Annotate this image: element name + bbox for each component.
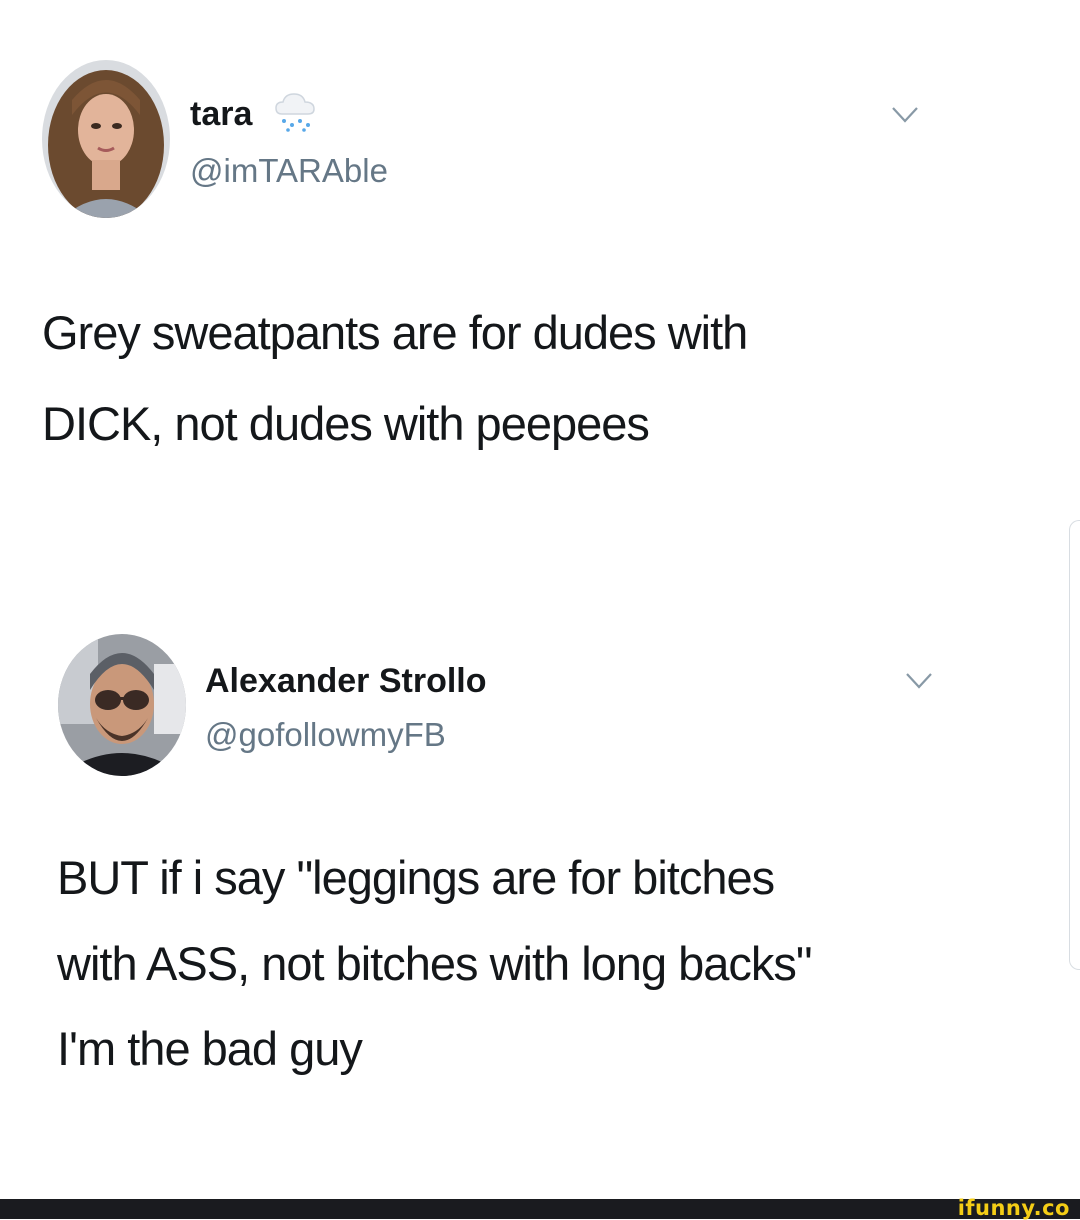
user-handle[interactable]: @gofollowmyFB — [205, 716, 446, 754]
chevron-down-icon[interactable] — [890, 104, 920, 126]
rain-cloud-icon — [272, 88, 318, 134]
chevron-down-icon[interactable] — [904, 670, 934, 692]
tweet-text-line: with ASS, not bitches with long backs" — [57, 937, 813, 990]
tweet-text-line: BUT if i say "leggings are for bitches — [57, 851, 775, 904]
user-handle[interactable]: @imTARAble — [190, 152, 388, 190]
avatar[interactable] — [42, 60, 170, 218]
ifunny-watermark: ifunny.co — [957, 1196, 1070, 1220]
tweet-1: tara @imTARAble Grey sweatpants are for … — [0, 0, 1080, 500]
tweet-text-line: I'm the bad guy — [57, 1022, 363, 1075]
tweet-text-line: DICK, not dudes with peepees — [42, 397, 650, 450]
avatar[interactable] — [58, 634, 186, 776]
watermark-bar: ifunny.co — [0, 1196, 1080, 1220]
scroll-edge-handle[interactable] — [1069, 520, 1080, 970]
tweet-text-line: Grey sweatpants are for dudes with — [42, 306, 748, 359]
tweet-2: Alexander Strollo @gofollowmyFB BUT if i… — [0, 600, 1080, 1100]
display-name[interactable]: tara — [190, 95, 252, 134]
display-name[interactable]: Alexander Strollo — [205, 662, 487, 701]
